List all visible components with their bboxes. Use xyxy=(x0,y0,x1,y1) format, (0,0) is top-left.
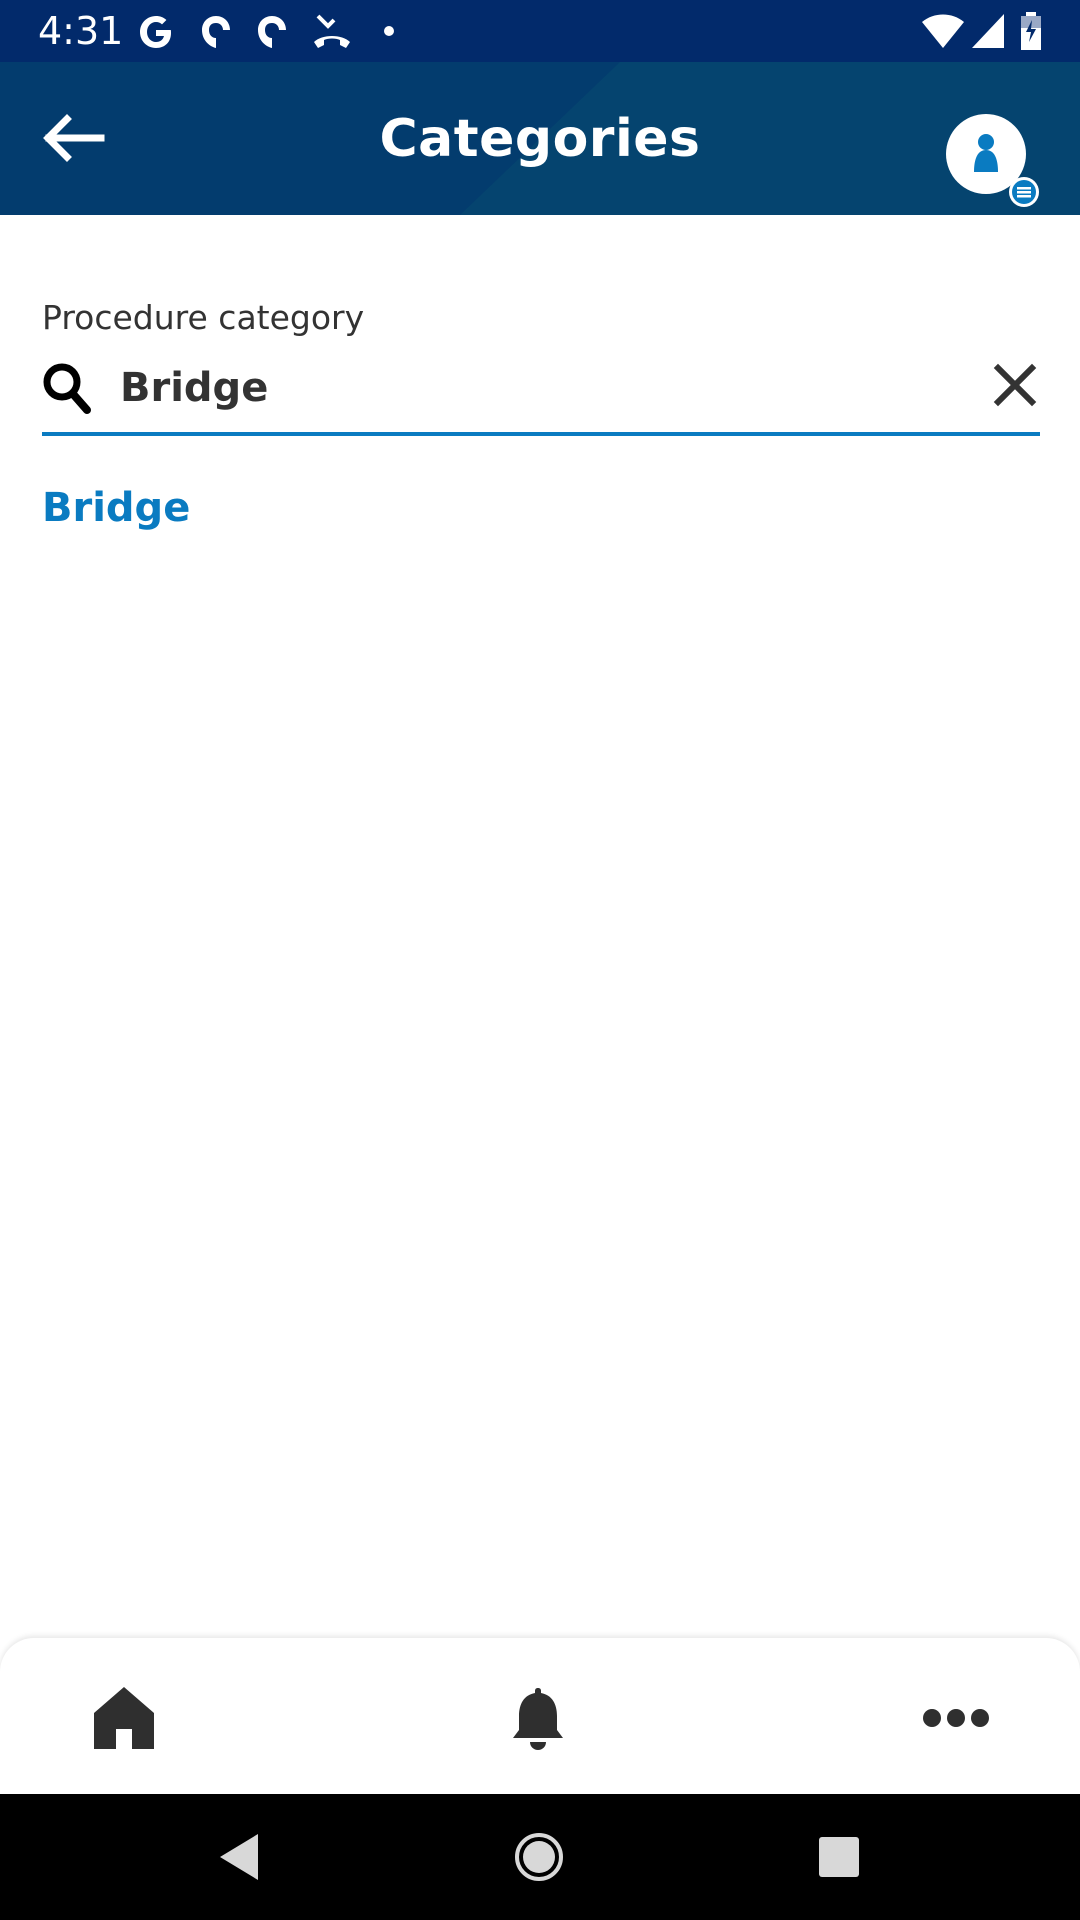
close-icon xyxy=(993,363,1037,407)
search-icon xyxy=(43,363,91,414)
app-bar: Categories xyxy=(0,62,1080,215)
nav-more-button[interactable] xyxy=(906,1678,1006,1758)
bell-icon xyxy=(513,1688,563,1750)
recents-square-icon xyxy=(819,1837,859,1877)
back-triangle-icon xyxy=(220,1834,258,1880)
signal-icon xyxy=(972,14,1004,48)
bottom-nav xyxy=(0,1638,1080,1794)
missed-call-icon xyxy=(314,14,350,48)
dot-icon xyxy=(384,26,394,36)
home-circle-icon xyxy=(515,1833,563,1881)
battery-icon xyxy=(1021,12,1041,50)
list-item[interactable]: Bridge xyxy=(42,485,190,531)
field-label: Procedure category xyxy=(42,298,365,337)
system-home-button[interactable] xyxy=(504,1822,574,1892)
search-input[interactable] xyxy=(120,350,960,426)
system-recents-button[interactable] xyxy=(804,1822,874,1892)
system-back-button[interactable] xyxy=(204,1822,274,1892)
nav-notifications-button[interactable] xyxy=(488,1678,588,1758)
page-title: Categories xyxy=(379,108,701,169)
search-field xyxy=(42,350,1040,436)
clear-button[interactable] xyxy=(992,362,1038,408)
wifi-icon xyxy=(922,14,964,48)
status-time: 4:31 xyxy=(38,9,124,53)
avatar-button[interactable] xyxy=(946,114,1039,207)
app-notification-icon xyxy=(202,16,230,48)
more-dots-icon xyxy=(923,1709,989,1727)
google-icon xyxy=(140,16,171,48)
user-avatar-icon xyxy=(946,114,1039,207)
home-icon xyxy=(94,1687,154,1749)
nav-home-button[interactable] xyxy=(74,1678,174,1758)
system-nav-bar xyxy=(0,1794,1080,1920)
status-bar: 4:31 xyxy=(0,0,1080,62)
app-notification-icon xyxy=(258,16,286,48)
